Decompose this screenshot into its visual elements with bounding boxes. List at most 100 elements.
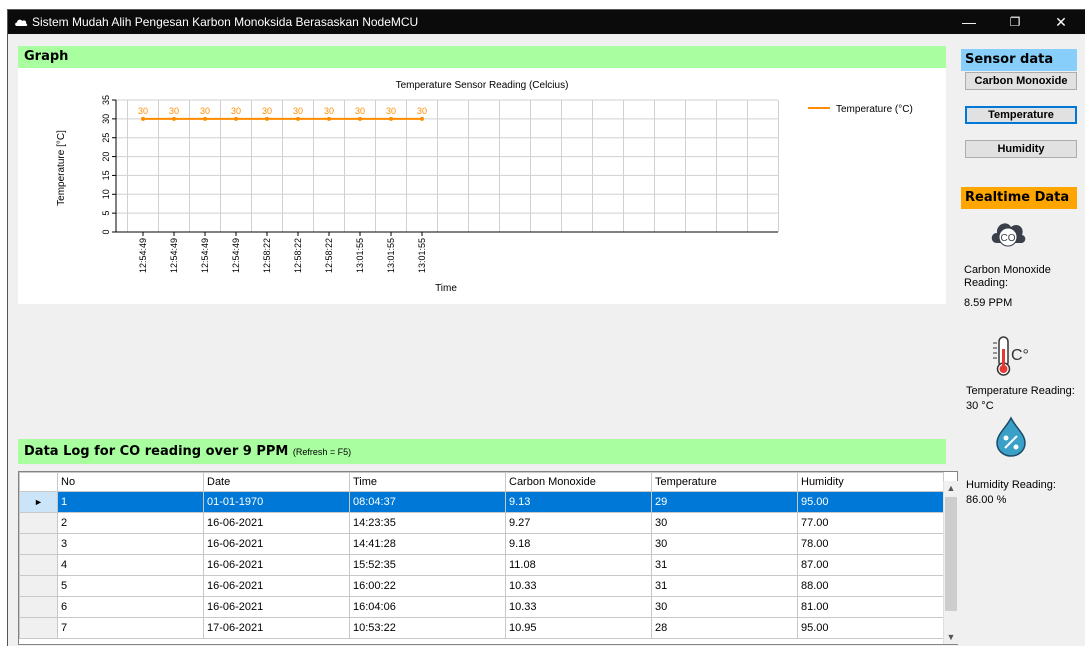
chart-x-tick-label: 12:54:49 [231,238,241,273]
cell-time[interactable]: 14:23:35 [349,512,506,534]
table-row[interactable]: ► 1 01-01-1970 08:04:37 9.13 29 95.00 [19,491,944,513]
row-selector[interactable] [19,596,58,618]
cell-carbon-monoxide[interactable]: 10.33 [505,596,652,618]
cell-humidity[interactable]: 81.00 [797,596,944,618]
chart-data-label: 30 [200,106,210,116]
cell-temperature[interactable]: 31 [651,554,798,576]
cell-time[interactable]: 16:00:22 [349,575,506,597]
co-reading-value: 8.59 PPM [964,297,1013,309]
chart-x-tick-label: 13:01:55 [355,238,365,273]
cell-temperature[interactable]: 31 [651,575,798,597]
chart-x-tick-label: 12:58:22 [324,238,334,273]
cell-time[interactable]: 08:04:37 [349,491,506,513]
cell-no[interactable]: 7 [57,617,204,639]
data-log-table-container[interactable]: No Date Time Carbon Monoxide Temperature… [18,471,958,645]
chart-data-label: 30 [231,106,241,116]
cell-date[interactable]: 16-06-2021 [203,554,350,576]
cell-carbon-monoxide[interactable]: 10.95 [505,617,652,639]
chart-y-axis-label: Temperature [°C] [56,130,67,206]
cell-no[interactable]: 1 [57,491,204,513]
cell-no[interactable]: 5 [57,575,204,597]
cell-humidity[interactable]: 87.00 [797,554,944,576]
chart-data-point [296,116,300,121]
cell-humidity[interactable]: 88.00 [797,575,944,597]
chart-data-point [141,116,145,121]
column-header-carbon-monoxide[interactable]: Carbon Monoxide [505,472,652,492]
cell-carbon-monoxide[interactable]: 9.18 [505,533,652,555]
column-header-time[interactable]: Time [349,472,506,492]
cell-carbon-monoxide[interactable]: 11.08 [505,554,652,576]
column-header-no[interactable]: No [57,472,204,492]
close-button[interactable]: ✕ [1038,10,1084,34]
table-row[interactable]: 7 17-06-2021 10:53:22 10.95 28 95.00 [19,617,944,639]
cell-temperature[interactable]: 29 [651,491,798,513]
chart-y-tick-label: 0 [101,229,111,234]
row-selector-arrow-icon[interactable]: ► [19,491,58,513]
humidity-reading-value: 86.00 % [966,494,1007,506]
table-row[interactable]: 6 16-06-2021 16:04:06 10.33 30 81.00 [19,596,944,618]
chart-x-axis-label: Time [435,283,457,294]
thermometer-icon-label: C° [1011,347,1029,364]
table-row[interactable]: 2 16-06-2021 14:23:35 9.27 30 77.00 [19,512,944,534]
cell-carbon-monoxide[interactable]: 9.13 [505,491,652,513]
chart-y-tick-label: 10 [101,189,111,199]
row-selector[interactable] [19,533,58,555]
window-title: Sistem Mudah Alih Pengesan Karbon Monoks… [32,15,419,29]
cell-date[interactable]: 16-06-2021 [203,596,350,618]
chart-data-label: 30 [355,106,365,116]
cell-temperature[interactable]: 30 [651,596,798,618]
table-row[interactable]: 5 16-06-2021 16:00:22 10.33 31 88.00 [19,575,944,597]
humidity-button[interactable]: Humidity [965,140,1077,158]
title-bar[interactable]: Sistem Mudah Alih Pengesan Karbon Monoks… [8,10,1085,34]
cell-time[interactable]: 14:41:28 [349,533,506,555]
cell-time[interactable]: 16:04:06 [349,596,506,618]
thermometer-icon: C° [993,336,1029,376]
cell-humidity[interactable]: 95.00 [797,491,944,513]
cell-carbon-monoxide[interactable]: 10.33 [505,575,652,597]
chart-data-label: 30 [324,106,334,116]
cell-date[interactable]: 16-06-2021 [203,575,350,597]
table-row[interactable]: 3 16-06-2021 14:41:28 9.18 30 78.00 [19,533,944,555]
scroll-down-arrow-icon[interactable]: ▼ [944,630,958,644]
cell-date[interactable]: 01-01-1970 [203,491,350,513]
chart-title: Temperature Sensor Reading (Celcius) [396,80,569,91]
cell-date[interactable]: 16-06-2021 [203,533,350,555]
table-scrollbar[interactable]: ▲ ▼ [943,481,958,644]
row-selector[interactable] [19,554,58,576]
column-header-temperature[interactable]: Temperature [651,472,798,492]
humidity-drop-icon [996,416,1026,457]
co-cloud-icon: CO [991,223,1026,247]
column-header-date[interactable]: Date [203,472,350,492]
cell-date[interactable]: 17-06-2021 [203,617,350,639]
cell-humidity[interactable]: 95.00 [797,617,944,639]
table-row[interactable]: 4 16-06-2021 15:52:35 11.08 31 87.00 [19,554,944,576]
chart-x-tick-label: 13:01:55 [417,238,427,273]
chart-x-tick-label: 12:54:49 [200,238,210,273]
cell-temperature[interactable]: 30 [651,512,798,534]
cell-no[interactable]: 2 [57,512,204,534]
cell-no[interactable]: 4 [57,554,204,576]
maximize-button[interactable]: ❐ [992,10,1038,34]
row-selector[interactable] [19,512,58,534]
column-header-humidity[interactable]: Humidity [797,472,944,492]
cell-temperature[interactable]: 28 [651,617,798,639]
row-selector[interactable] [19,575,58,597]
temperature-button[interactable]: Temperature [965,106,1077,124]
chart-x-tick-label: 12:54:49 [169,238,179,273]
cell-humidity[interactable]: 77.00 [797,512,944,534]
carbon-monoxide-button[interactable]: Carbon Monoxide [965,72,1077,90]
cell-no[interactable]: 3 [57,533,204,555]
scroll-up-arrow-icon[interactable]: ▲ [944,481,958,495]
cell-time[interactable]: 15:52:35 [349,554,506,576]
cell-temperature[interactable]: 30 [651,533,798,555]
minimize-button[interactable]: — [946,10,992,34]
co-reading-label: Carbon Monoxide Reading: [964,264,1051,289]
cell-no[interactable]: 6 [57,596,204,618]
row-selector[interactable] [19,617,58,639]
scrollbar-thumb[interactable] [945,497,957,611]
cell-date[interactable]: 16-06-2021 [203,512,350,534]
cell-humidity[interactable]: 78.00 [797,533,944,555]
cell-time[interactable]: 10:53:22 [349,617,506,639]
cell-carbon-monoxide[interactable]: 9.27 [505,512,652,534]
chart-data-label: 30 [169,106,179,116]
